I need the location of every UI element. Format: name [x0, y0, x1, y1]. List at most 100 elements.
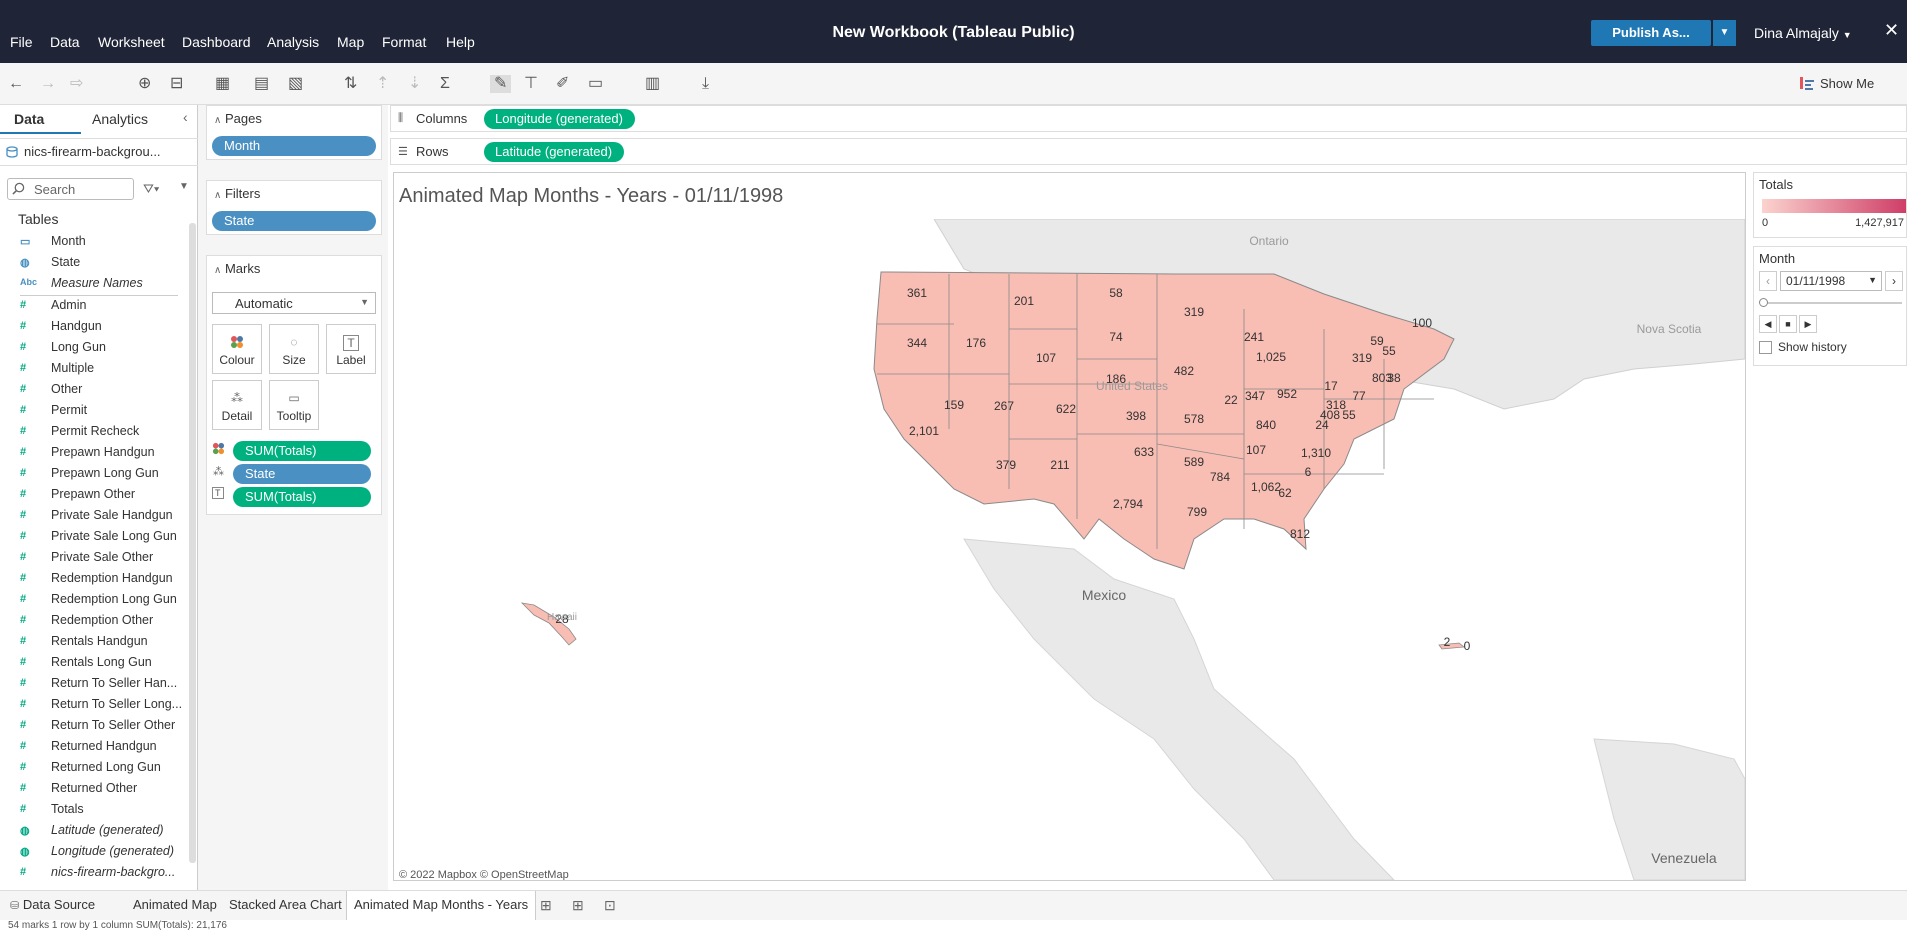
prev-page-icon[interactable]: ‹ — [1759, 271, 1777, 291]
highlight-icon[interactable]: ✎ — [490, 75, 512, 93]
marks-label-pill[interactable]: SUM(Totals) — [233, 487, 371, 507]
tab-data[interactable]: Data — [14, 111, 44, 127]
page-slider[interactable] — [1762, 302, 1902, 304]
redo-icon[interactable]: ⇨ — [70, 75, 83, 93]
pane-menu-icon[interactable]: ▼ — [179, 181, 189, 192]
new-dashboard-icon[interactable]: ⊞ — [572, 897, 584, 914]
field-item[interactable]: # Private Sale Long Gun — [0, 527, 186, 548]
tooltip-button[interactable]: ▭ Tooltip — [269, 380, 319, 430]
viz-canvas[interactable]: Animated Map Months - Years - 01/11/1998… — [393, 172, 1746, 881]
field-item[interactable]: # Redemption Handgun — [0, 569, 186, 590]
fit-icon[interactable]: ▭ — [588, 75, 603, 93]
filter-state-pill[interactable]: State — [212, 211, 376, 231]
play-back-icon[interactable]: ◀ — [1759, 315, 1777, 333]
stop-icon[interactable]: ■ — [1779, 315, 1797, 333]
menu-analysis[interactable]: Analysis — [267, 34, 319, 50]
month-dropdown[interactable]: 01/11/1998 ▼ — [1780, 271, 1882, 291]
field-item[interactable]: # Return To Seller Long... — [0, 695, 186, 716]
field-item[interactable]: # Prepawn Handgun — [0, 443, 186, 464]
menu-dashboard[interactable]: Dashboard — [182, 34, 251, 50]
field-item[interactable]: # Totals — [0, 800, 186, 821]
field-item[interactable]: # Private Sale Handgun — [0, 506, 186, 527]
user-menu[interactable]: Dina Almajaly ▼ — [1754, 25, 1852, 41]
collapse-pane-icon[interactable]: ‹ — [183, 109, 188, 125]
marks-detail-pill[interactable]: State — [233, 464, 371, 484]
rows-shelf[interactable]: ☰ Rows Latitude (generated) — [390, 138, 1907, 165]
field-item[interactable]: Abc Measure Names — [0, 274, 186, 295]
menu-worksheet[interactable]: Worksheet — [98, 34, 165, 50]
new-story-icon[interactable]: ⊡ — [604, 897, 616, 914]
colour-button[interactable]: Colour — [212, 324, 262, 374]
datasource-item[interactable]: nics-firearm-backgrou... — [0, 138, 198, 166]
rows-latitude-pill[interactable]: Latitude (generated) — [484, 142, 625, 162]
field-item[interactable]: ◍ Longitude (generated) — [0, 842, 186, 863]
field-item[interactable]: # Prepawn Other — [0, 485, 186, 506]
field-item[interactable]: # Private Sale Other — [0, 548, 186, 569]
field-item[interactable]: # Returned Other — [0, 779, 186, 800]
field-item[interactable]: # Other — [0, 380, 186, 401]
next-page-icon[interactable]: › — [1885, 271, 1903, 291]
field-item[interactable]: # Rentals Long Gun — [0, 653, 186, 674]
totals-sigma-icon[interactable]: Σ — [440, 75, 450, 93]
field-item[interactable]: ▭ Month — [0, 232, 186, 253]
field-item[interactable]: # Returned Handgun — [0, 737, 186, 758]
duplicate-sheet-icon[interactable]: ▤ — [254, 75, 269, 93]
field-item[interactable]: # Return To Seller Han... — [0, 674, 186, 695]
field-item[interactable]: # Admin — [0, 296, 186, 317]
format-icon[interactable]: ✐ — [556, 75, 569, 93]
forward-icon[interactable]: → — [40, 75, 56, 93]
field-item[interactable]: # Returned Long Gun — [0, 758, 186, 779]
page-slider-handle[interactable] — [1759, 298, 1768, 307]
tab-analytics[interactable]: Analytics — [92, 111, 148, 127]
show-labels-icon[interactable]: ⊤ — [524, 75, 538, 93]
chevron-up-icon[interactable]: ∧ — [214, 265, 221, 276]
clear-sheet-icon[interactable]: ▧ — [288, 75, 303, 93]
new-worksheet-icon[interactable]: ▦ — [215, 75, 230, 93]
menu-map[interactable]: Map — [337, 34, 364, 50]
download-icon[interactable]: ⤓ — [702, 75, 709, 93]
show-me-button[interactable]: Show Me — [1820, 76, 1874, 91]
sort-descending-icon[interactable]: ⇣ — [408, 75, 421, 93]
back-icon[interactable]: ← — [8, 75, 24, 93]
detail-button[interactable]: ⁂ Detail — [212, 380, 262, 430]
publish-dropdown-icon[interactable]: ▼ — [1713, 20, 1736, 46]
columns-longitude-pill[interactable]: Longitude (generated) — [484, 109, 635, 129]
chevron-up-icon[interactable]: ∧ — [214, 190, 221, 201]
field-item[interactable]: ◍ Latitude (generated) — [0, 821, 186, 842]
tab-animated-map-months-years[interactable]: Animated Map Months - Years — [346, 891, 537, 921]
tab-data-source[interactable]: ⛁ Data Source — [10, 897, 95, 912]
filter-icon[interactable]: ⛛▾ — [143, 181, 159, 197]
new-datasource-icon[interactable]: ⊕ — [138, 75, 151, 93]
field-item[interactable]: # Handgun — [0, 317, 186, 338]
swap-icon[interactable]: ⇅ — [344, 75, 357, 93]
field-item[interactable]: # Multiple — [0, 359, 186, 380]
show-history-checkbox[interactable] — [1759, 341, 1772, 354]
menu-file[interactable]: File — [10, 34, 33, 50]
new-worksheet-icon[interactable]: ⊞ — [540, 897, 552, 914]
field-item[interactable]: ◍ State — [0, 253, 186, 274]
present-icon[interactable]: ▥ — [645, 75, 660, 93]
field-item[interactable]: # Permit — [0, 401, 186, 422]
pause-updates-icon[interactable]: ⊟ — [170, 75, 183, 93]
publish-as-button[interactable]: Publish As... — [1591, 20, 1711, 46]
play-forward-icon[interactable]: ▶ — [1799, 315, 1817, 333]
field-item[interactable]: # Permit Recheck — [0, 422, 186, 443]
field-list-scrollbar[interactable] — [189, 223, 196, 863]
tab-animated-map[interactable]: Animated Map — [133, 897, 217, 912]
field-item[interactable]: # Rentals Handgun — [0, 632, 186, 653]
columns-shelf[interactable]: ⫼ Columns Longitude (generated) — [390, 105, 1907, 132]
tab-stacked-area-chart[interactable]: Stacked Area Chart — [229, 897, 342, 912]
search-input[interactable]: Search — [7, 178, 134, 200]
field-item[interactable]: # Long Gun — [0, 338, 186, 359]
mark-type-dropdown[interactable]: Automatic ▼ — [212, 292, 376, 314]
menu-help[interactable]: Help — [446, 34, 475, 50]
size-button[interactable]: ◌ Size — [269, 324, 319, 374]
menu-data[interactable]: Data — [50, 34, 80, 50]
field-item[interactable]: # Redemption Other — [0, 611, 186, 632]
field-item[interactable]: # Return To Seller Other — [0, 716, 186, 737]
marks-colour-pill[interactable]: SUM(Totals) — [233, 441, 371, 461]
field-item[interactable]: # Redemption Long Gun — [0, 590, 186, 611]
close-icon[interactable]: ✕ — [1884, 20, 1899, 41]
sort-ascending-icon[interactable]: ⇡ — [376, 75, 389, 93]
chevron-up-icon[interactable]: ∧ — [214, 115, 221, 126]
